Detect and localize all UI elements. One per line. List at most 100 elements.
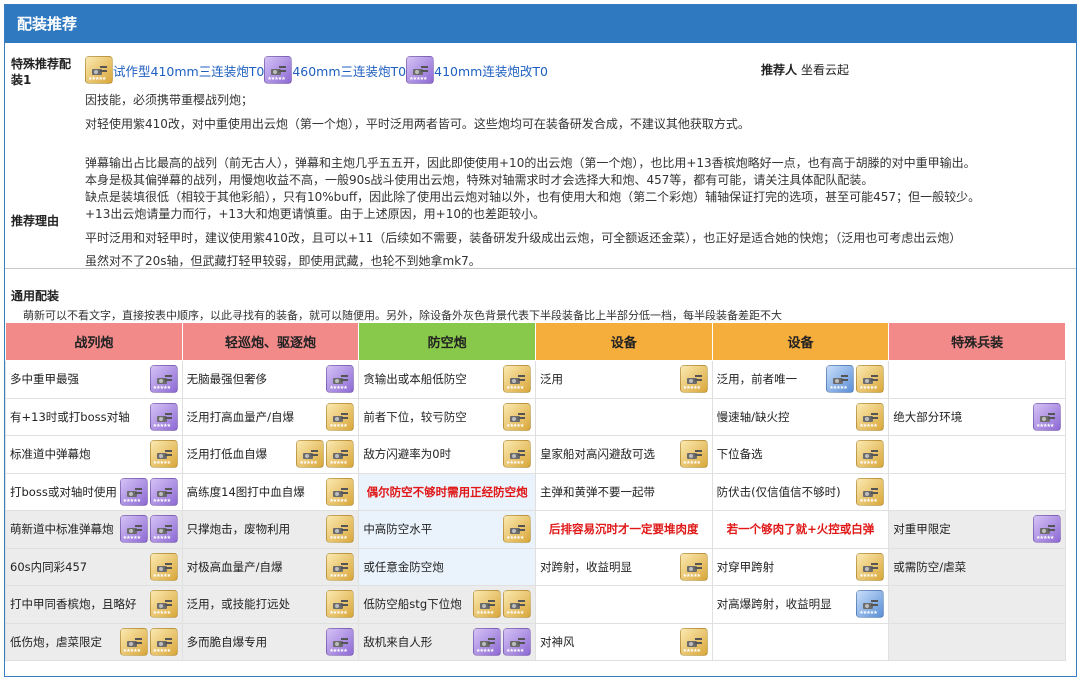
equipment-cell: 只撑炮击，废物利用 ★★★★★: [181, 510, 360, 549]
equipment-icon[interactable]: ★★★★★: [856, 402, 885, 431]
cell-text: 有+13时或打boss对轴: [10, 409, 130, 424]
cell-icons: ★★★★★: [679, 552, 708, 581]
equipment-icon[interactable]: ★★★★★: [679, 627, 708, 656]
equipment-icon[interactable]: ★★★★★: [119, 627, 148, 656]
equipment-icon[interactable]: ★★★★★: [502, 440, 531, 469]
equipment-icon[interactable]: ★★★★★: [149, 477, 178, 506]
equipment-cell: 下位备选 ★★★★★: [711, 435, 890, 474]
equipment-icon[interactable]: ★★★★★: [149, 627, 178, 656]
equipment-icon[interactable]: ★★★★★: [679, 365, 708, 394]
equipment-icon[interactable]: ★★★★★: [119, 477, 148, 506]
equipment-icon[interactable]: ★★★★★: [119, 515, 148, 544]
cell-text: 或任意金防空炮: [363, 559, 444, 574]
equipment-icon[interactable]: ★★★★★: [679, 440, 708, 469]
cell-icons: ★★★★★: [856, 440, 885, 469]
cell-text: 敌机来自人形: [363, 634, 433, 649]
equipment-icon[interactable]: ★★★★★: [679, 552, 708, 581]
equipment-cell: 低伤炮，虐菜限定 ★★★★★ ★★★★★: [5, 622, 183, 661]
equipment-icon[interactable]: ★★★★★: [1033, 402, 1061, 431]
cell-icons: ★★★★★: [149, 402, 178, 431]
special-equip-link[interactable]: 460mm三连装炮T0: [292, 61, 406, 80]
cell-text: 泛用打高血量产/自爆: [186, 409, 295, 424]
cell-icons: ★★★★★: [326, 627, 355, 656]
cell-text: 下位备选: [716, 447, 763, 462]
cell-icons: ★★★★★: [856, 552, 885, 581]
reason-line: 虽然对不了20s轴，但武藏打轻甲较弱，即使用武藏，也轮不到她拿mk7。: [85, 254, 481, 268]
cell-text: 对神风: [539, 634, 575, 649]
cell-icons: ★★★★★ ★★★★★: [119, 627, 178, 656]
equipment-icon[interactable]: ★★★★★: [149, 590, 178, 619]
equipment-icon[interactable]: ★★★★★: [149, 402, 178, 431]
special-equip-list: ★★★★★ 试作型410mm三连装炮T0 ★★★★★ 460mm三连装炮T0 ★★★★★…: [85, 56, 548, 84]
equipment-icon[interactable]: ★★★★★: [264, 56, 293, 84]
equipment-cell: 萌新道中标准弹幕炮 ★★★★★ ★★★★★: [5, 510, 183, 549]
equipment-cell: 主弹和黄弹不要一起带: [534, 472, 713, 511]
special-equip-link[interactable]: 410mm连装炮改T0: [434, 61, 548, 80]
special-equip-link[interactable]: 试作型410mm三连装炮T0: [113, 61, 264, 80]
column-header: 防空炮: [358, 322, 536, 361]
equipment-icon[interactable]: ★★★★★: [472, 590, 501, 619]
equipment-icon[interactable]: ★★★★★: [406, 56, 435, 84]
equipment-icon[interactable]: ★★★★★: [856, 440, 885, 469]
equipment-icon[interactable]: ★★★★★: [502, 365, 531, 394]
cell-text: 60s内同彩457: [10, 559, 88, 574]
equipment-icon[interactable]: ★★★★★: [85, 56, 113, 84]
equipment-icon[interactable]: ★★★★★: [856, 477, 885, 506]
equipment-cell: 或任意金防空炮: [358, 547, 536, 586]
equipment-icon[interactable]: ★★★★★: [326, 627, 355, 656]
equipment-cell: [534, 397, 713, 436]
equipment-icon[interactable]: ★★★★★: [326, 402, 355, 431]
equipment-icon[interactable]: ★★★★★: [296, 440, 325, 469]
equipment-icon[interactable]: ★★★★★: [856, 365, 885, 394]
equipment-icon[interactable]: ★★★★★: [326, 515, 355, 544]
equipment-cell: 前者下位，较亏防空 ★★★★★: [358, 397, 536, 436]
equipment-icon[interactable]: ★★★★★: [856, 552, 885, 581]
reason-line: 弹幕输出占比最高的战列（前无古人），弹幕和主炮几乎五五开，因此即使使用+10的出…: [85, 156, 976, 170]
cell-icons: ★★★★★: [149, 552, 178, 581]
equipment-cell: 对极高血量产/自爆 ★★★★★: [181, 547, 360, 586]
cell-icons: ★★★★★: [502, 515, 531, 544]
equipment-icon[interactable]: ★★★★★: [326, 552, 355, 581]
equipment-cell: 多而脆自爆专用 ★★★★★: [181, 622, 360, 661]
equipment-cell: 泛用 ★★★★★: [534, 360, 713, 399]
equipment-icon[interactable]: ★★★★★: [1033, 515, 1061, 544]
cell-text: 多中重甲最强: [10, 372, 79, 387]
equipment-icon[interactable]: ★★★★★: [149, 515, 178, 544]
reason-line: 缺点是装填很低（相较于其他彩船），只有10%buff，因此除了使用出云炮对轴以外…: [85, 190, 981, 204]
equipment-icon[interactable]: ★★★★★: [326, 440, 355, 469]
equipment-icon[interactable]: ★★★★★: [826, 365, 855, 394]
special-equip-item[interactable]: ★★★★★ 460mm三连装炮T0: [264, 56, 406, 84]
equipment-icon[interactable]: ★★★★★: [502, 515, 531, 544]
equipment-icon[interactable]: ★★★★★: [856, 590, 885, 619]
cell-icons: ★★★★★ ★★★★★: [472, 627, 531, 656]
cell-text: 若一个够肉了就+火控或白弹: [726, 522, 875, 537]
equipment-icon[interactable]: ★★★★★: [502, 402, 531, 431]
equipment-cell: [534, 585, 713, 624]
equipment-icon[interactable]: ★★★★★: [326, 477, 355, 506]
cell-text: 泛用，或技能打远处: [186, 597, 291, 612]
equipment-icon[interactable]: ★★★★★: [502, 627, 531, 656]
equipment-icon[interactable]: ★★★★★: [149, 365, 178, 394]
equipment-icon[interactable]: ★★★★★: [326, 365, 355, 394]
cell-icons: ★★★★★ ★★★★★: [826, 365, 885, 394]
equipment-icon[interactable]: ★★★★★: [502, 590, 531, 619]
table-row: 低伤炮，虐菜限定 ★★★★★ ★★★★★ 多而脆自爆专用 ★★★★★ 敌机来自人形 ★★★★…: [5, 622, 1066, 661]
equipment-icon[interactable]: ★★★★★: [326, 590, 355, 619]
equipment-icon[interactable]: ★★★★★: [149, 440, 178, 469]
special-equip-item[interactable]: ★★★★★ 410mm连装炮改T0: [406, 56, 548, 84]
cell-icons: ★★★★★: [326, 402, 355, 431]
equipment-icon[interactable]: ★★★★★: [149, 552, 178, 581]
equipment-cell: 打boss或对轴时使用 ★★★★★ ★★★★★: [5, 472, 183, 511]
equipment-icon[interactable]: ★★★★★: [472, 627, 501, 656]
cell-text: 对高爆跨射，收益明显: [716, 597, 832, 612]
special-equip-item[interactable]: ★★★★★ 试作型410mm三连装炮T0: [85, 56, 264, 84]
equipment-cell: 打中甲同香槟炮，且略好 ★★★★★: [5, 585, 183, 624]
special-note: 对轻使用紫410改，对中重使用出云炮（第一个炮），平时泛用两者皆可。这些炮均可在…: [85, 117, 750, 131]
equipment-cell: 对穿甲跨射 ★★★★★: [711, 547, 890, 586]
cell-text: 标准道中弹幕炮: [10, 447, 91, 462]
cell-text: 主弹和黄弹不要一起带: [539, 484, 655, 499]
cell-icons: ★★★★★: [326, 365, 355, 394]
cell-text: 敌方闪避率为0时: [363, 447, 452, 462]
equipment-cell: 绝大部分环境 ★★★★★: [888, 397, 1066, 436]
cell-text: 中高防空水平: [363, 522, 433, 537]
